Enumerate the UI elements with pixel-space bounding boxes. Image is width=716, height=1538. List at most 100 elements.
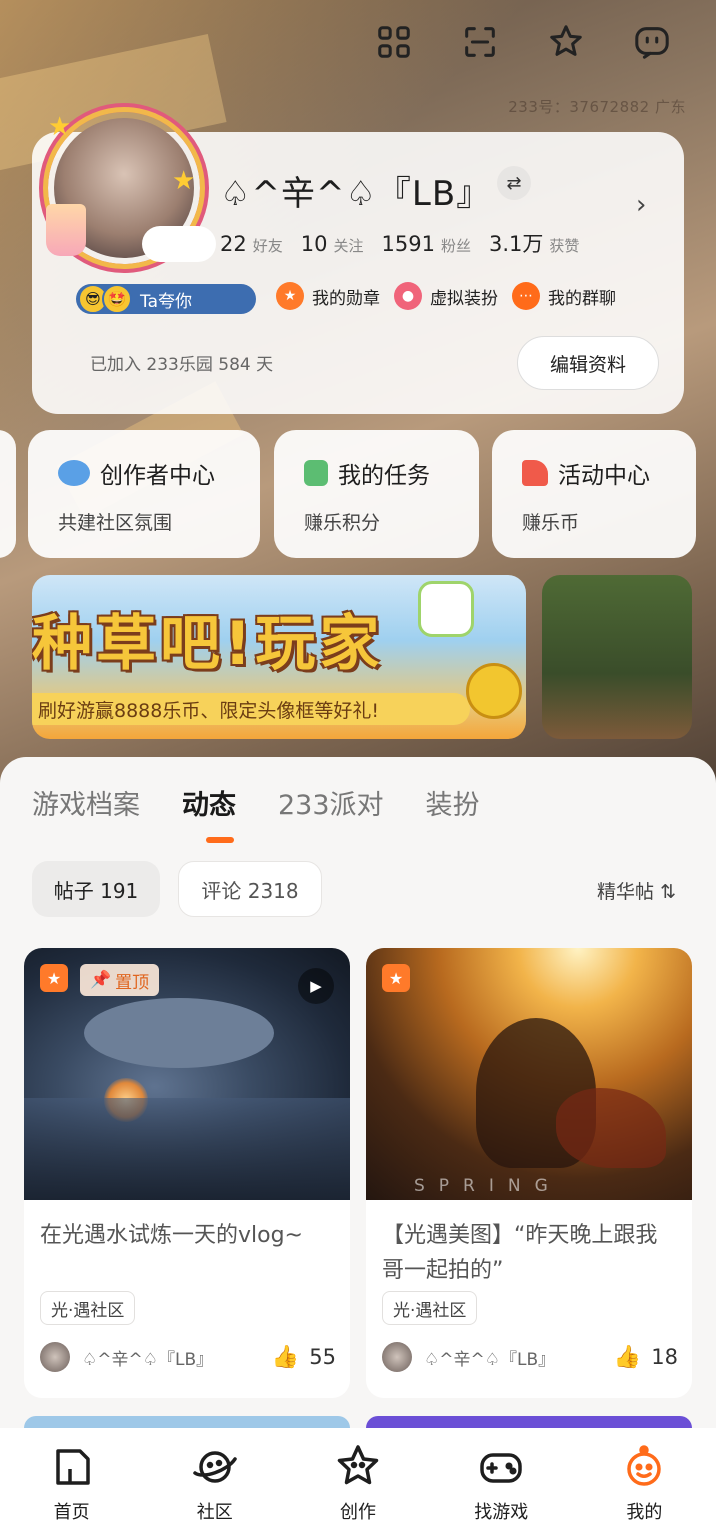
feature-card-peek[interactable] [0,430,16,558]
star-icon: ★ [172,166,196,196]
posts-filter-chip[interactable]: 帖子 191 [32,861,160,917]
mushroom-rock-shape [84,998,274,1068]
stat-friends[interactable]: 22 好友 [220,232,283,256]
stat-likes[interactable]: 3.1万 获赞 [489,228,579,258]
user-avatar[interactable]: ★ ★ [46,112,216,264]
post-community-tag[interactable]: 光·遇社区 [40,1291,136,1325]
like-count: 18 [651,1345,678,1369]
promo-banner[interactable]: 种草吧!玩家 刷好游赢8888乐币、限定头像框等好礼! [32,575,526,739]
stat-label: 获赞 [549,237,580,255]
thumbs-up-icon[interactable]: 👍 [614,1345,641,1370]
promo-banner-next[interactable] [542,575,692,739]
praise-faces: 😎 🤩 [78,284,132,314]
nav-label: 我的 [626,1502,663,1523]
feature-title: 活动中心 [558,463,650,489]
feature-subtitle: 赚乐币 [522,512,580,534]
feature-subtitle: 共建社区氛围 [58,512,173,534]
tab-dressup[interactable]: 装扮 [426,783,480,822]
tab-dynamics[interactable]: 动态 [182,783,236,822]
my-tasks-card[interactable]: 我的任务 赚乐积分 [274,430,479,558]
create-star-icon [333,1442,383,1492]
nav-home[interactable]: 首页 [0,1428,143,1538]
pin-icon: 📌 [90,970,112,990]
star-sparkle-icon[interactable] [546,22,586,62]
feature-title: 创作者中心 [100,463,215,489]
post-footer: ♤^辛^♤『LB』 👍 18 [382,1340,678,1374]
active-tab-indicator [206,837,234,843]
profile-tabs: 游戏档案 动态 233派对 装扮 [32,783,480,822]
pin-label: 置顶 [115,972,150,993]
stat-following[interactable]: 10 关注 [301,232,364,256]
profile-stats: 22 好友 10 关注 1591 粉丝 3.1万 获赞 [220,228,579,258]
author-avatar[interactable] [382,1342,412,1372]
medal-icon: ★ [276,282,304,310]
edit-profile-button[interactable]: 编辑资料 [517,336,659,390]
profile-avatar-icon [619,1442,669,1492]
party-popper-icon [522,460,548,486]
stat-label: 粉丝 [440,237,471,255]
coin-stack-icon [466,663,522,719]
post-community-tag[interactable]: 光·遇社区 [382,1291,478,1325]
planet-icon [58,460,90,486]
post-thumbnail: SPRING [366,948,692,1200]
tab-233-party[interactable]: 233派对 [278,783,384,822]
virtual-dressup-link[interactable]: ● 虚拟装扮 [394,282,498,310]
stat-number: 3.1万 [488,232,544,256]
post-card[interactable]: SPRING ★ 【光遇美图】“昨天晚上跟我哥一起拍的” 光·遇社区 ♤^辛^♤… [366,948,692,1398]
my-medals-link[interactable]: ★ 我的勋章 [276,282,380,310]
nav-find-games[interactable]: 找游戏 [430,1428,573,1538]
post-card[interactable]: ★ 📌 置顶 ▶ 在光遇水试炼一天的vlog~ 光·遇社区 ♤^辛^♤『LB』 👍… [24,948,350,1398]
stat-number: 10 [300,232,328,256]
user-id-location: 233号：37672882 广东 [508,98,686,116]
star-icon: ★ [48,112,72,142]
stat-number: 22 [220,232,247,256]
featured-sort-button[interactable]: 精华帖 ⇅ [597,877,676,904]
nav-label: 找游戏 [474,1502,529,1523]
comments-filter-chip[interactable]: 评论 2318 [178,861,322,917]
nav-create[interactable]: 创作 [286,1428,429,1538]
home-icon [47,1442,97,1492]
nav-label: 社区 [196,1502,233,1523]
post-title: 在光遇水试炼一天的vlog~ [40,1223,303,1248]
featured-star-icon: ★ [382,964,410,992]
community-planet-icon [190,1442,240,1492]
feature-subtitle: 赚乐积分 [304,512,381,534]
post-author[interactable]: ♤^辛^♤『LB』 [424,1345,614,1370]
cloud-decoration [142,226,216,262]
thumbs-up-icon[interactable]: 👍 [272,1345,299,1370]
praise-text: Ta夸你 [140,291,192,312]
praise-badge[interactable]: 😎 🤩 Ta夸你 [76,284,256,314]
stat-label: 关注 [333,237,364,255]
switch-icon: ⇄ [506,172,522,194]
my-group-chats-link[interactable]: ⋯ 我的群聊 [512,282,616,310]
star-eyes-face-icon: 🤩 [102,284,132,314]
activity-center-card[interactable]: 活动中心 赚乐币 [492,430,696,558]
creator-center-card[interactable]: 创作者中心 共建社区氛围 [28,430,260,558]
chevron-right-icon[interactable]: › [636,190,646,220]
task-book-icon [304,460,328,486]
play-icon[interactable]: ▶ [298,968,334,1004]
user-nickname: ♤^辛^♤『LB』 [220,174,492,214]
author-avatar[interactable] [40,1342,70,1372]
scan-icon[interactable] [460,22,500,62]
pinned-badge: 📌 置顶 [80,964,160,996]
nav-label: 首页 [53,1502,90,1523]
bubble-tea-decoration [46,204,86,256]
post-title: 【光遇美图】“昨天晚上跟我哥一起拍的” [382,1223,658,1283]
switch-account-button[interactable]: ⇄ [497,166,531,200]
water-shape [24,1098,350,1200]
post-author[interactable]: ♤^辛^♤『LB』 [82,1345,272,1370]
like-count: 55 [309,1345,336,1369]
stat-label: 好友 [252,237,283,255]
tab-game-archive[interactable]: 游戏档案 [32,783,140,822]
banner-subtitle: 刷好游赢8888乐币、限定头像框等好礼! [32,693,470,725]
message-icon[interactable] [632,22,672,62]
bottom-navigation: 首页 社区 创作 找游戏 我的 [0,1428,716,1538]
stat-fans[interactable]: 1591 粉丝 [382,232,471,256]
join-duration-text: 已加入 233乐园 584 天 [90,355,274,375]
stat-number: 1591 [381,232,435,256]
nav-mine[interactable]: 我的 [573,1428,716,1538]
nav-community[interactable]: 社区 [143,1428,286,1538]
apps-grid-icon[interactable] [374,22,414,62]
top-toolbar [374,22,672,62]
